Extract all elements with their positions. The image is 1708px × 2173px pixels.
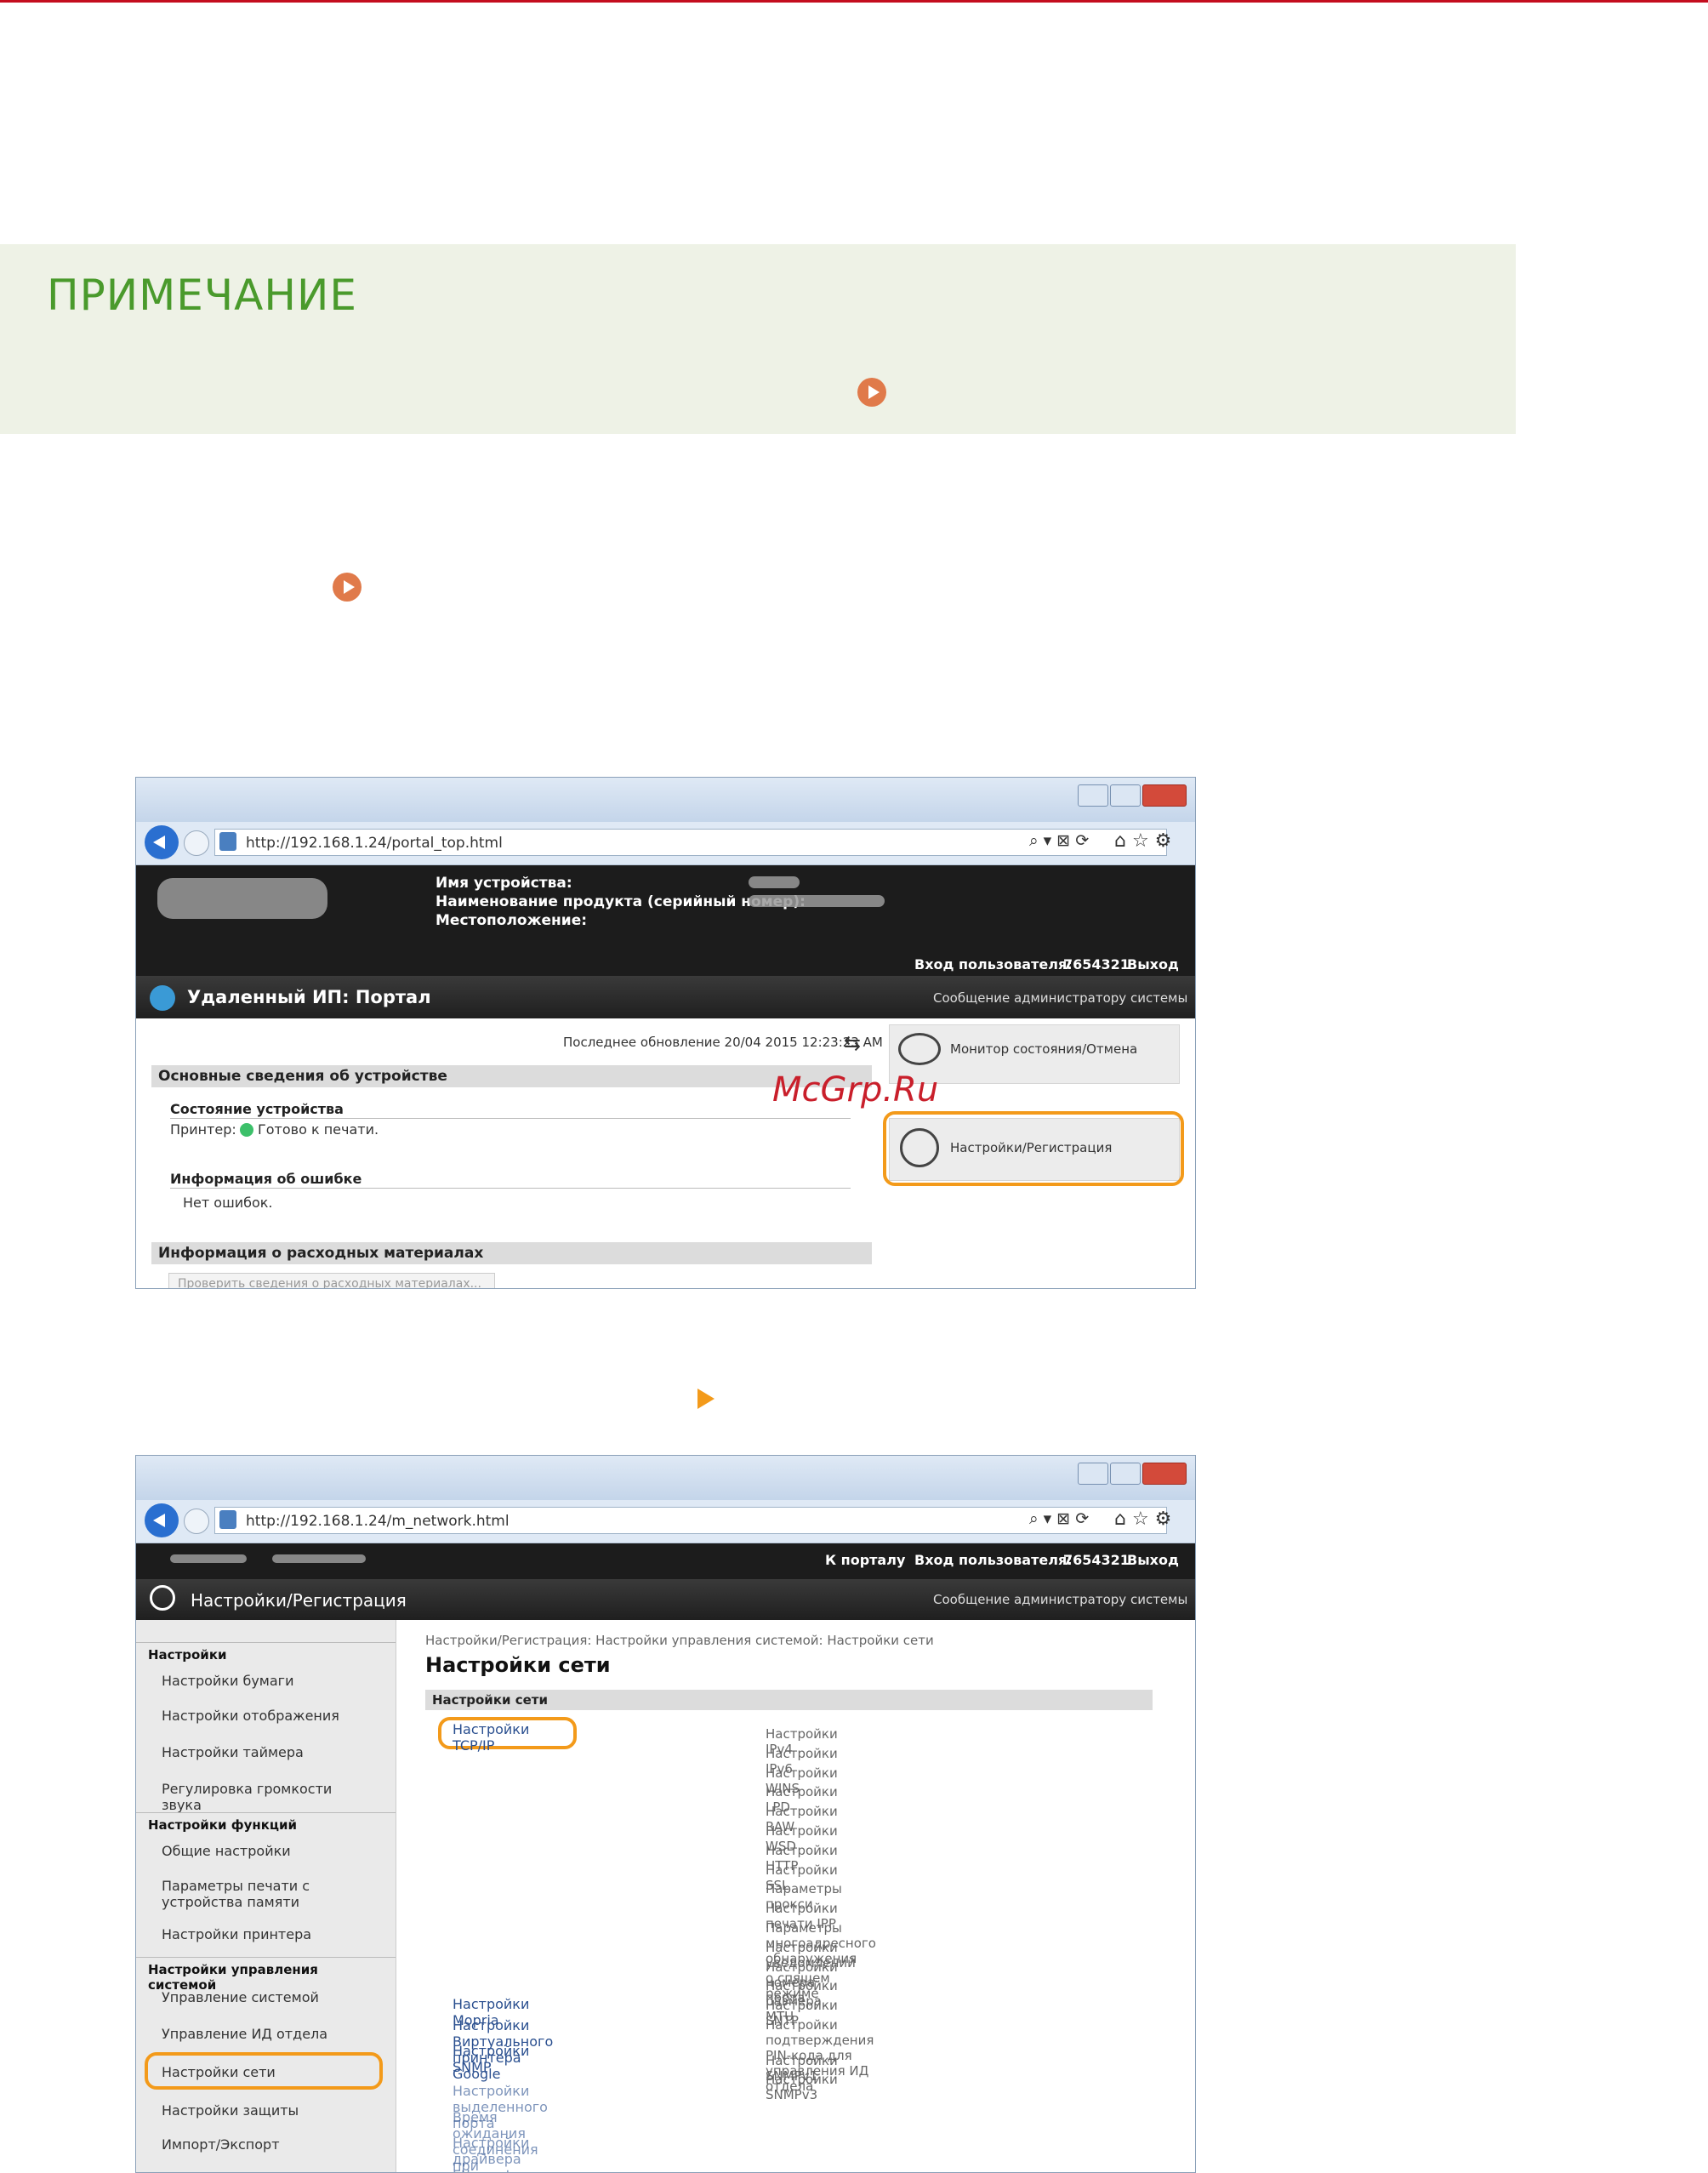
link-arrow-icon[interactable] — [333, 573, 362, 602]
page-icon — [219, 1510, 236, 1529]
watermark: McGrp.Ru — [772, 1070, 939, 1109]
home-star-gear-icon[interactable]: ⌂ ☆ ⚙ — [1114, 830, 1171, 852]
sidebar-item[interactable]: Настройки таймера — [162, 1744, 374, 1760]
sidebar-item[interactable]: Настройки бумаги — [162, 1673, 374, 1689]
url-field[interactable]: http://192.168.1.24/m_network.html — [214, 1507, 1167, 1534]
last-update: Последнее обновление 20/04 2015 12:23:23… — [563, 1035, 883, 1050]
browser-window-portal: http://192.168.1.24/portal_top.html ⌕ ▾ … — [135, 777, 1196, 1289]
sidebar-divider — [136, 1812, 396, 1813]
browser-window-network: http://192.168.1.24/m_network.html ⌕ ▾ ⊠… — [135, 1455, 1196, 2173]
sidebar-item[interactable]: Регулировка громкости звука — [162, 1781, 374, 1813]
title-bar — [136, 778, 1195, 822]
url-field[interactable]: http://192.168.1.24/portal_top.html — [214, 829, 1167, 856]
portal-icon — [150, 985, 175, 1011]
sidebar-divider — [136, 1642, 396, 1643]
logout-link[interactable]: Выход — [1127, 956, 1179, 972]
breadcrumb: Настройки/Регистрация: Настройки управле… — [425, 1633, 934, 1648]
sidebar-item[interactable]: Управление ИД отдела — [162, 2026, 374, 2042]
sidebar-item[interactable]: Настройки сети — [162, 2064, 374, 2080]
admin-message-link[interactable]: Сообщение администратору системы — [933, 990, 1187, 1006]
minimize-icon[interactable] — [1078, 1463, 1108, 1485]
error-info-label: Информация об ошибке — [170, 1171, 362, 1187]
device-status-label: Состояние устройства — [170, 1101, 344, 1117]
product-name-value — [749, 895, 885, 907]
eye-icon — [898, 1033, 941, 1065]
consumables-header: Информация о расходных материалах — [151, 1242, 872, 1264]
printer-status: Готово к печати. — [258, 1121, 379, 1138]
admin-message-link[interactable]: Сообщение администратору системы — [933, 1592, 1187, 1607]
to-portal-link[interactable]: К порталу — [825, 1552, 905, 1568]
sidebar-item[interactable]: Общие настройки — [162, 1843, 374, 1859]
sidebar-group: Настройки — [148, 1647, 227, 1663]
maximize-icon[interactable] — [1110, 1463, 1141, 1485]
close-icon[interactable] — [1142, 1463, 1187, 1485]
close-icon[interactable] — [1142, 784, 1187, 807]
check-consumables-button[interactable]: Проверить сведения о расходных материала… — [168, 1273, 495, 1288]
section-header: Настройки сети — [425, 1690, 1153, 1710]
login-label: Вход пользователя: — [914, 1552, 1073, 1568]
sidebar-item[interactable]: Настройки защиты — [162, 2102, 374, 2119]
page-title: Настройки/Регистрация — [191, 1590, 407, 1611]
sidebar-item[interactable]: Параметры печати с устройства памяти — [162, 1878, 374, 1910]
back-icon[interactable] — [145, 825, 179, 859]
no-errors: Нет ошибок. — [183, 1195, 273, 1211]
search-icon[interactable]: ⌕ ▾ ⊠ ⟳ — [1029, 1509, 1089, 1528]
printer-label: Принтер: — [170, 1121, 236, 1138]
page-icon — [219, 832, 236, 851]
login-user: 7654321 — [1063, 1552, 1130, 1568]
settings-link[interactable]: Настройки драйвера Ethernet — [453, 2135, 529, 2172]
product-name-value — [272, 1554, 366, 1563]
top-rule — [0, 0, 1708, 3]
settings-link[interactable]: Настройки SNMP — [453, 2043, 529, 2075]
location-label: Местоположение: — [436, 912, 588, 929]
step-arrow-icon — [697, 1389, 715, 1409]
maximize-icon[interactable] — [1110, 784, 1141, 807]
title-bar — [136, 1456, 1195, 1500]
divider — [170, 1188, 851, 1189]
status-monitor-label: Монитор состояния/Отмена — [950, 1041, 1138, 1057]
forward-icon[interactable] — [184, 1509, 209, 1534]
home-star-gear-icon[interactable]: ⌂ ☆ ⚙ — [1114, 1509, 1171, 1530]
sidebar-divider — [136, 1957, 396, 1958]
forward-icon[interactable] — [184, 830, 209, 856]
search-icon[interactable]: ⌕ ▾ ⊠ ⟳ — [1029, 831, 1089, 850]
window-controls — [1078, 784, 1187, 807]
settings-link[interactable]: Настройки TCP/IP — [453, 1721, 529, 1754]
basic-info-header: Основные сведения об устройстве — [151, 1065, 872, 1087]
sidebar-item[interactable]: Настройки отображения — [162, 1708, 374, 1724]
login-label: Вход пользователя: — [914, 956, 1073, 972]
link-arrow-icon[interactable] — [857, 378, 886, 407]
status-ok-icon — [240, 1123, 253, 1137]
device-name-value — [749, 876, 800, 888]
minimize-icon[interactable] — [1078, 784, 1108, 807]
logout-link[interactable]: Выход — [1127, 1552, 1179, 1568]
device-name-value — [170, 1554, 247, 1563]
divider — [170, 1118, 851, 1119]
sub-link[interactable]: Настройки SNMPv3 — [766, 2072, 838, 2102]
window-controls — [1078, 1463, 1187, 1485]
sidebar-group: Настройки функций — [148, 1817, 298, 1833]
sidebar-item[interactable]: Импорт/Экспорт — [162, 2136, 374, 2153]
sidebar-group: Настройки управления системой — [148, 1962, 318, 1993]
sidebar-item[interactable]: Управление системой — [162, 1989, 374, 2005]
device-name-label: Имя устройства: — [436, 875, 572, 892]
sidebar-item[interactable]: Настройки принтера — [162, 1926, 374, 1942]
login-user: 7654321 — [1063, 956, 1130, 972]
note-title: ПРИМЕЧАНИЕ — [47, 271, 357, 320]
gear-icon — [150, 1585, 175, 1611]
device-logo — [157, 878, 327, 919]
portal-title: Удаленный ИП: Портал — [187, 987, 431, 1007]
gear-icon — [900, 1128, 939, 1167]
back-icon[interactable] — [145, 1503, 179, 1537]
refresh-icon[interactable]: ⇆ — [844, 1031, 861, 1055]
settings-registration-label: Настройки/Регистрация — [950, 1140, 1113, 1155]
heading: Настройки сети — [425, 1653, 611, 1677]
